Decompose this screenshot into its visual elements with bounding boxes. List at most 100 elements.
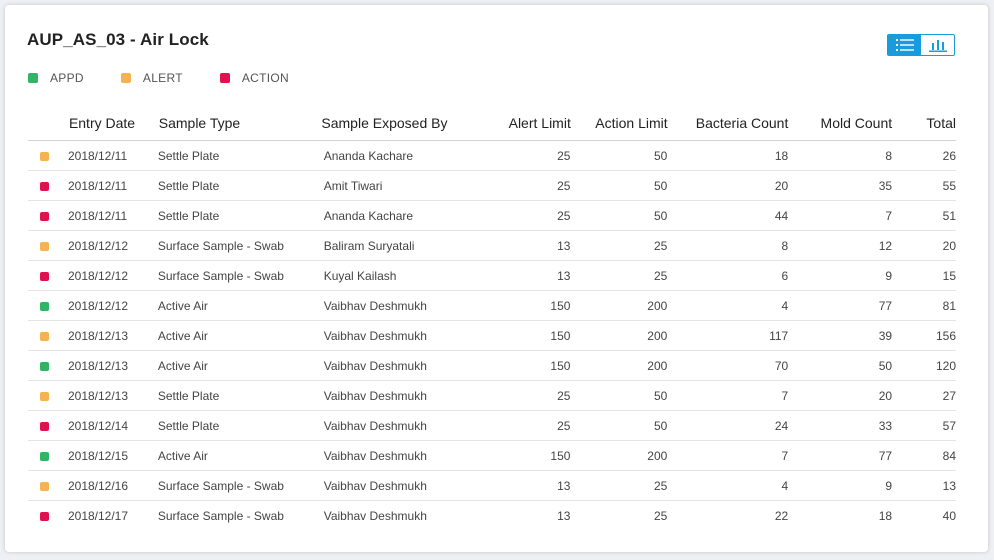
cell-sample-exposed-by: Ananda Kachare — [323, 208, 414, 223]
table-row[interactable]: 2018/12/12 Active Air Vaibhav Deshmukh 150 2… — [28, 291, 956, 321]
cell-action-limit: 25 — [653, 478, 668, 493]
header-alert-limit[interactable]: Alert Limit — [471, 115, 571, 131]
cell-sample-type: Settle Plate — [157, 418, 220, 433]
cell-action-limit: 50 — [653, 418, 668, 433]
cell-status — [28, 299, 68, 313]
header-bacteria-count[interactable]: Bacteria Count — [668, 115, 789, 131]
legend-item-action: ACTION — [219, 71, 289, 85]
header-entry-date[interactable]: Entry Date — [68, 115, 158, 131]
table-row[interactable]: 2018/12/11 Settle Plate Ananda Kachare 25 50… — [28, 201, 956, 231]
cell-total: 20 — [942, 238, 957, 253]
cell-mold-count: 8 — [885, 148, 893, 163]
status-indicator — [40, 451, 49, 461]
cell-entry-date: 2018/12/13 — [67, 328, 129, 343]
cell-sample-exposed-by: Vaibhav Deshmukh — [323, 328, 427, 343]
cell-mold-count: 50 — [878, 358, 893, 373]
cell-mold-count: 20 — [878, 388, 893, 403]
cell-sample-type: Surface Sample - Swab — [157, 238, 284, 253]
cell-bacteria-count: 7 — [781, 448, 789, 463]
table-row[interactable]: 2018/12/13 Active Air Vaibhav Deshmukh 150 2… — [28, 351, 956, 381]
cell-alert-limit: 13 — [557, 508, 571, 523]
cell-action-limit: 25 — [653, 508, 668, 523]
cell-bacteria-count: 70 — [774, 358, 789, 373]
cell-total: 55 — [942, 178, 957, 193]
status-indicator — [40, 151, 49, 161]
cell-alert-limit: 13 — [557, 478, 571, 493]
cell-sample-exposed-by: Vaibhav Deshmukh — [323, 358, 427, 373]
header-action-limit[interactable]: Action Limit — [571, 115, 667, 131]
page-title: AUP_AS_03 - Air Lock — [27, 30, 209, 49]
cell-bacteria-count: 22 — [774, 508, 789, 523]
legend-item-alert: ALERT — [120, 71, 183, 85]
cell-total: 156 — [936, 328, 957, 343]
header-sample-type[interactable]: Sample Type — [158, 115, 322, 131]
table-row[interactable]: 2018/12/13 Settle Plate Vaibhav Deshmukh 25… — [28, 381, 956, 411]
cell-entry-date: 2018/12/11 — [67, 148, 128, 163]
report-card: AUP_AS_03 - Air Lock APPD ALERT ACTION E… — [5, 5, 988, 552]
cell-mold-count: 77 — [878, 448, 893, 463]
cell-mold-count: 9 — [885, 478, 893, 493]
cell-bacteria-count: 117 — [769, 328, 789, 343]
cell-status — [28, 269, 68, 283]
table-row[interactable]: 2018/12/13 Active Air Vaibhav Deshmukh 150 2… — [28, 321, 956, 351]
cell-entry-date: 2018/12/12 — [67, 268, 129, 283]
cell-alert-limit: 25 — [557, 208, 571, 223]
table-row[interactable]: 2018/12/16 Surface Sample - Swab Vaibhav D… — [28, 471, 956, 501]
header-total[interactable]: Total — [892, 115, 956, 131]
table-row[interactable]: 2018/12/17 Surface Sample - Swab Vaibhav D… — [28, 501, 956, 530]
cell-mold-count: 35 — [878, 178, 893, 193]
cell-entry-date: 2018/12/12 — [67, 238, 129, 253]
cell-bacteria-count: 4 — [781, 478, 789, 493]
cell-sample-exposed-by: Vaibhav Deshmukh — [323, 448, 427, 463]
cell-entry-date: 2018/12/11 — [67, 208, 128, 223]
cell-alert-limit: 150 — [550, 298, 571, 313]
cell-action-limit: 200 — [647, 298, 668, 313]
cell-total: 120 — [936, 358, 957, 373]
cell-sample-exposed-by: Kuyal Kailash — [323, 268, 397, 283]
cell-action-limit: 50 — [653, 148, 668, 163]
status-indicator — [40, 361, 49, 371]
cell-sample-type: Settle Plate — [157, 208, 220, 223]
cell-sample-type: Settle Plate — [157, 178, 220, 193]
status-indicator — [40, 391, 49, 401]
cell-sample-exposed-by: Amit Tiwari — [323, 178, 383, 193]
cell-entry-date: 2018/12/13 — [67, 358, 129, 373]
cell-sample-type: Active Air — [157, 358, 208, 373]
table-row[interactable]: 2018/12/11 Settle Plate Ananda Kachare 25 50… — [28, 141, 956, 171]
cell-alert-limit: 25 — [557, 388, 571, 403]
list-icon — [895, 39, 914, 51]
status-indicator — [40, 241, 49, 251]
cell-mold-count: 12 — [878, 238, 893, 253]
status-indicator — [40, 331, 49, 341]
sample-table: Entry Date Sample Type Sample Exposed By… — [28, 105, 956, 530]
cell-status — [28, 239, 68, 253]
cell-total: 13 — [942, 478, 957, 493]
header-mold-count[interactable]: Mold Count — [788, 115, 893, 131]
cell-entry-date: 2018/12/17 — [67, 508, 129, 523]
header-sample-exposed-by[interactable]: Sample Exposed By — [321, 115, 471, 131]
cell-sample-type: Active Air — [157, 328, 208, 343]
cell-entry-date: 2018/12/13 — [67, 388, 129, 403]
cell-sample-exposed-by: Vaibhav Deshmukh — [323, 418, 427, 433]
cell-action-limit: 25 — [653, 238, 668, 253]
chart-view-button[interactable] — [921, 35, 954, 55]
table-row[interactable]: 2018/12/12 Surface Sample - Swab Kuyal Kai… — [28, 261, 956, 291]
cell-total: 27 — [942, 388, 957, 403]
cell-status — [28, 449, 68, 463]
table-row[interactable]: 2018/12/11 Settle Plate Amit Tiwari 25 50 20 3… — [28, 171, 956, 201]
cell-total: 57 — [942, 418, 957, 433]
cell-action-limit: 50 — [653, 178, 668, 193]
cell-bacteria-count: 44 — [774, 208, 789, 223]
cell-sample-type: Active Air — [157, 298, 208, 313]
cell-entry-date: 2018/12/16 — [67, 478, 129, 493]
table-row[interactable]: 2018/12/15 Active Air Vaibhav Deshmukh 150 2… — [28, 441, 956, 471]
status-indicator — [40, 421, 49, 431]
cell-mold-count: 39 — [878, 328, 893, 343]
cell-entry-date: 2018/12/11 — [67, 178, 128, 193]
list-view-button[interactable] — [888, 35, 921, 55]
table-row[interactable]: 2018/12/14 Settle Plate Vaibhav Deshmukh 25… — [28, 411, 956, 441]
view-toggle — [887, 34, 955, 56]
table-row[interactable]: 2018/12/12 Surface Sample - Swab Baliram S… — [28, 231, 956, 261]
cell-status — [28, 329, 68, 343]
cell-sample-exposed-by: Ananda Kachare — [323, 148, 414, 163]
